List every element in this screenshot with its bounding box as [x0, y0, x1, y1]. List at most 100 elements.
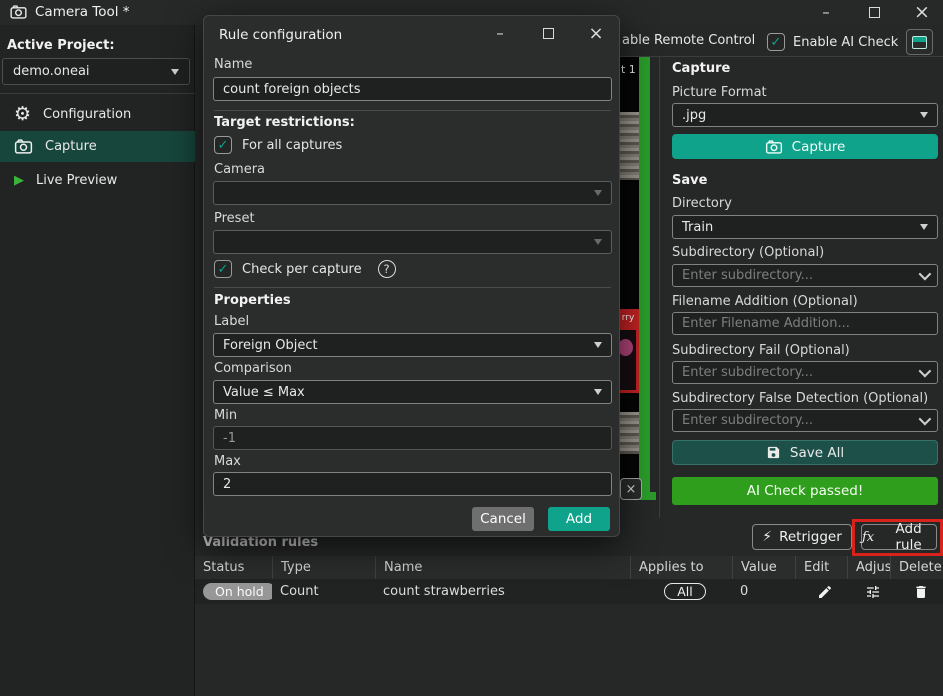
column-header-delete: Delete [890, 556, 943, 579]
window-minimize-button[interactable]: – [817, 3, 835, 21]
subdirectory-fail-combo[interactable]: Enter subdirectory... [672, 361, 938, 384]
dialog-close-button[interactable]: × [587, 24, 605, 42]
window-maximize-button[interactable] [865, 3, 883, 21]
enable-ai-check-control[interactable]: ✓ Enable AI Check [767, 33, 919, 51]
delete-trash-icon[interactable] [913, 584, 929, 600]
remove-image-button[interactable]: × [620, 478, 642, 500]
sidebar-item-capture[interactable]: Capture [0, 131, 195, 162]
capture-button[interactable]: Capture [672, 134, 938, 159]
app-window: Camera Tool * – × Active Project: demo.o… [0, 0, 943, 696]
help-icon[interactable]: ? [378, 260, 396, 278]
ai-check-status-text: AI Check passed! [747, 483, 864, 499]
add-button[interactable]: Add [548, 507, 610, 531]
check-per-capture-checkbox[interactable]: ✓ [214, 260, 232, 278]
adjust-sliders-icon[interactable] [865, 584, 881, 600]
save-all-button[interactable]: Save All [672, 440, 938, 465]
ai-check-label: Enable AI Check [793, 35, 898, 50]
report-icon [912, 36, 927, 49]
for-all-captures-control[interactable]: ✓ For all captures [214, 136, 342, 154]
label-select[interactable]: Foreign Object [213, 333, 612, 357]
sidebar-item-label: Capture [45, 139, 97, 154]
remote-control-dropdown[interactable]: able Remote Control [622, 33, 776, 48]
ai-report-button[interactable] [906, 29, 933, 55]
column-header-status: Status [195, 556, 272, 579]
for-all-captures-label: For all captures [242, 138, 342, 153]
edit-pencil-icon[interactable] [817, 584, 833, 600]
window-title: Camera Tool * [35, 4, 130, 20]
remote-control-label: able Remote Control [622, 33, 755, 48]
directory-select[interactable]: Train [672, 215, 938, 239]
check-per-capture-control[interactable]: ✓ Check per capture ? [214, 260, 396, 278]
picture-format-label: Picture Format [672, 85, 767, 100]
preset-select[interactable] [213, 230, 612, 254]
chevron-down-icon [594, 342, 602, 348]
fx-icon: ƒx [862, 530, 874, 545]
save-icon [766, 445, 781, 460]
add-rule-label: Add rule [881, 521, 936, 553]
cancel-button[interactable]: Cancel [472, 507, 534, 531]
max-input[interactable] [213, 472, 612, 496]
close-icon: × [914, 1, 930, 23]
comparison-select-value: Value ≤ Max [223, 385, 305, 400]
subdirectory-combo[interactable]: Enter subdirectory... [672, 264, 938, 287]
sidebar-item-configuration[interactable]: ⚙ Configuration [0, 99, 195, 130]
status-badge: On hold [203, 583, 272, 600]
column-header-name: Name [375, 556, 630, 579]
subdirectory-false-detection-combo[interactable]: Enter subdirectory... [672, 409, 938, 432]
maximize-icon [869, 7, 880, 18]
dialog-divider [214, 287, 611, 288]
sidebar-item-live-preview[interactable]: ▶ Live Preview [0, 165, 195, 196]
preset-label: Preset [214, 211, 255, 226]
comparison-select[interactable]: Value ≤ Max [213, 380, 612, 404]
chevron-down-icon [171, 69, 179, 75]
save-section-title: Save [672, 173, 707, 188]
capture-button-label: Capture [792, 139, 846, 155]
dialog-title: Rule configuration [219, 27, 342, 43]
subdirectory-fail-label: Subdirectory Fail (Optional) [672, 343, 850, 358]
retrigger-label: Retrigger [779, 529, 842, 545]
close-icon: × [588, 23, 603, 44]
column-header-adjust: Adjust [847, 556, 890, 579]
camera-select[interactable] [213, 181, 612, 205]
active-project-label: Active Project: [7, 38, 115, 53]
camera-icon [14, 139, 33, 154]
project-select[interactable]: demo.oneai [2, 58, 190, 85]
min-input[interactable] [213, 426, 612, 450]
rule-name-input[interactable] [213, 77, 612, 101]
capture-image[interactable]: t 1 rry [618, 57, 640, 494]
rule-value-cell: 0 [732, 584, 795, 599]
validation-rules-table: Status Type Name Applies to Value Edit A… [195, 556, 943, 604]
rule-type-cell: Count [272, 584, 375, 599]
minimize-icon: – [822, 3, 830, 21]
retrigger-button[interactable]: ⚡ Retrigger [752, 524, 852, 550]
camera-icon [765, 140, 783, 154]
for-all-captures-checkbox[interactable]: ✓ [214, 136, 232, 154]
picture-format-select[interactable]: .jpg [672, 103, 938, 127]
target-restrictions-label: Target restrictions: [214, 115, 355, 130]
detection-bounding-box [618, 327, 639, 393]
capture-image-caption: t 1 [621, 63, 636, 76]
dialog-maximize-button[interactable] [539, 24, 557, 42]
ai-check-checkbox[interactable]: ✓ [767, 33, 785, 51]
filename-addition-input[interactable] [672, 312, 938, 335]
chevron-down-icon [920, 224, 928, 230]
add-rule-button[interactable]: ƒx Add rule [861, 524, 937, 550]
column-header-type: Type [272, 556, 375, 579]
check-icon: ✓ [771, 35, 782, 50]
detected-object [618, 339, 633, 356]
maximize-icon [543, 28, 554, 39]
table-row: On hold Count count strawberries All 0 [195, 579, 943, 604]
comparison-label: Comparison [214, 361, 292, 376]
chevron-down-icon [919, 413, 932, 426]
dialog-minimize-button[interactable]: – [491, 24, 509, 42]
image-content-fragment [618, 112, 640, 180]
chevron-down-icon [919, 365, 932, 378]
picture-format-value: .jpg [682, 108, 706, 123]
background-capture-thumbnail: t 1 rry × [618, 57, 660, 507]
subdirectory-label: Subdirectory (Optional) [672, 245, 824, 260]
window-close-button[interactable]: × [913, 3, 931, 21]
chevron-down-icon [594, 239, 602, 245]
image-content-fragment [618, 412, 640, 454]
table-header-row: Status Type Name Applies to Value Edit A… [195, 556, 943, 579]
directory-label: Directory [672, 196, 732, 211]
